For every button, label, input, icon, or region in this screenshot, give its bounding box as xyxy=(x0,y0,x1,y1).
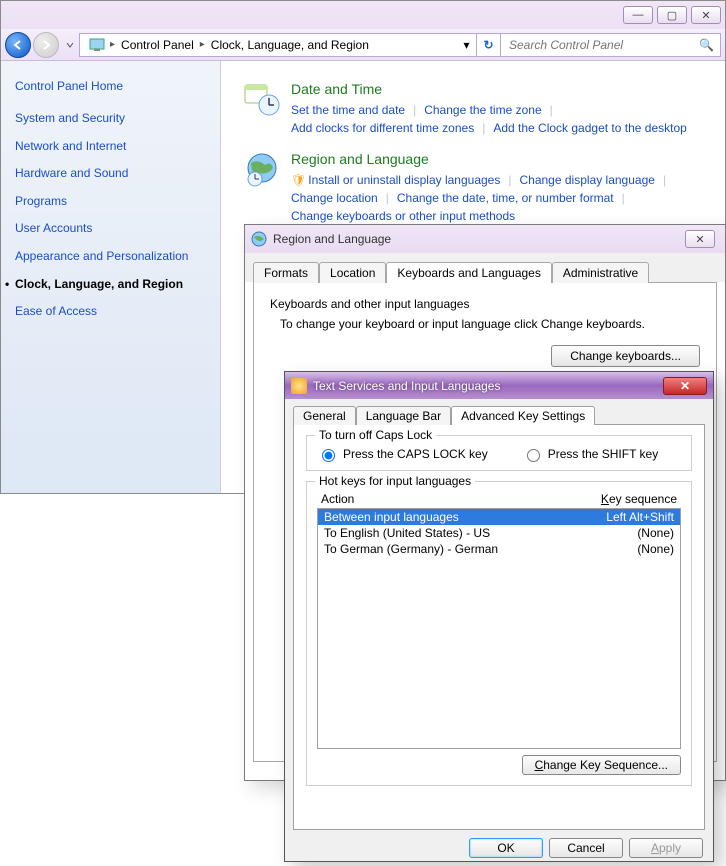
arrow-right-icon xyxy=(39,38,53,52)
radio-capslock-key[interactable]: Press the CAPS LOCK key xyxy=(317,446,488,462)
hotkey-row[interactable]: Between input languages Left Alt+Shift xyxy=(318,509,680,525)
tab-panel: To turn off Caps Lock Press the CAPS LOC… xyxy=(293,424,705,830)
link-clock-gadget[interactable]: Add the Clock gadget to the desktop xyxy=(493,119,686,137)
radio-shift-key[interactable]: Press the SHIFT key xyxy=(522,446,658,462)
change-keyboards-button[interactable]: Change keyboards... xyxy=(551,345,700,367)
fieldset-legend: To turn off Caps Lock xyxy=(315,428,436,442)
address-bar[interactable]: ▸ Control Panel ▸ Clock, Language, and R… xyxy=(79,33,457,57)
hotkey-sequence: Left Alt+Shift xyxy=(606,510,674,524)
search-box[interactable]: 🔍 xyxy=(501,33,721,57)
text-services-dialog: Text Services and Input Languages ✕ Gene… xyxy=(284,371,714,862)
capslock-fieldset: To turn off Caps Lock Press the CAPS LOC… xyxy=(306,435,692,471)
group-description: To change your keyboard or input languag… xyxy=(280,317,700,331)
hotkey-action: Between input languages xyxy=(324,510,459,524)
change-key-sequence-button[interactable]: Change Key Sequence... xyxy=(522,755,681,775)
hotkey-list[interactable]: Between input languages Left Alt+Shift T… xyxy=(317,508,681,749)
group-heading: Keyboards and other input languages xyxy=(270,297,700,311)
sidebar-item-user-accounts[interactable]: User Accounts xyxy=(15,221,206,237)
maximize-button[interactable]: ▢ xyxy=(657,6,687,24)
minimize-button[interactable]: — xyxy=(623,6,653,24)
tab-general[interactable]: General xyxy=(293,406,356,425)
hotkeys-fieldset: Hot keys for input languages Action Key … xyxy=(306,481,692,786)
back-button[interactable] xyxy=(5,32,31,58)
sidebar-item-hardware-sound[interactable]: Hardware and Sound xyxy=(15,166,206,182)
sidebar-item-appearance[interactable]: Appearance and Personalization xyxy=(15,249,206,265)
sidebar-item-programs[interactable]: Programs xyxy=(15,194,206,210)
category-title[interactable]: Region and Language xyxy=(291,151,703,167)
hotkey-sequence: (None) xyxy=(637,526,674,540)
search-input[interactable] xyxy=(507,37,699,53)
tab-formats[interactable]: Formats xyxy=(253,262,319,283)
search-icon: 🔍 xyxy=(699,38,714,52)
hotkey-action: To German (Germany) - German xyxy=(324,542,498,556)
keyboard-icon xyxy=(291,378,307,394)
col-action: Action xyxy=(321,492,354,506)
link-change-timezone[interactable]: Change the time zone xyxy=(424,101,541,119)
fieldset-legend: Hot keys for input languages xyxy=(315,474,475,488)
tab-advanced-key-settings[interactable]: Advanced Key Settings xyxy=(451,406,595,425)
radio-input[interactable] xyxy=(527,449,540,462)
category-region-language: Region and Language 🛡Install or uninstal… xyxy=(243,151,703,225)
tab-language-bar[interactable]: Language Bar xyxy=(356,406,451,425)
dialog-titlebar: Text Services and Input Languages ✕ xyxy=(285,372,713,399)
hotkey-header: Action Key sequence xyxy=(317,492,681,508)
clock-icon xyxy=(243,81,281,119)
category-title[interactable]: Date and Time xyxy=(291,81,703,97)
titlebar: — ▢ ✕ xyxy=(1,1,725,29)
globe-icon xyxy=(251,231,267,247)
sidebar-item-ease-of-access[interactable]: Ease of Access xyxy=(15,304,206,320)
cancel-button[interactable]: Cancel xyxy=(549,838,623,858)
globe-icon xyxy=(243,151,281,189)
tab-strip: Formats Location Keyboards and Languages… xyxy=(245,253,725,282)
link-change-display-lang[interactable]: Change display language xyxy=(519,171,654,189)
refresh-button[interactable]: ↻ xyxy=(477,33,501,57)
hotkey-sequence: (None) xyxy=(637,542,674,556)
dialog-title: Region and Language xyxy=(273,232,685,246)
shield-icon: 🛡 xyxy=(291,171,306,189)
sidebar-item-network-internet[interactable]: Network and Internet xyxy=(15,139,206,155)
link-change-keyboards[interactable]: Change keyboards or other input methods xyxy=(291,207,515,225)
tab-location[interactable]: Location xyxy=(319,262,386,283)
close-button[interactable]: ✕ xyxy=(691,6,721,24)
control-panel-home-link[interactable]: Control Panel Home xyxy=(15,79,206,93)
apply-button[interactable]: Apply xyxy=(629,838,703,858)
link-change-formats[interactable]: Change the date, time, or number format xyxy=(397,189,614,207)
ok-button[interactable]: OK xyxy=(469,838,543,858)
dialog-titlebar: Region and Language ✕ xyxy=(245,225,725,253)
arrow-left-icon xyxy=(11,38,25,52)
dialog-buttons: OK Cancel Apply xyxy=(285,830,713,866)
dialog-title: Text Services and Input Languages xyxy=(313,379,663,393)
sidebar-item-clock-language-region[interactable]: Clock, Language, and Region xyxy=(15,277,206,293)
radio-input[interactable] xyxy=(322,449,335,462)
sidebar-item-system-security[interactable]: System and Security xyxy=(15,111,206,127)
hotkey-action: To English (United States) - US xyxy=(324,526,490,540)
tab-administrative[interactable]: Administrative xyxy=(552,262,649,283)
close-button[interactable]: ✕ xyxy=(685,230,715,248)
col-key-sequence: Key sequence xyxy=(601,492,677,506)
hotkey-row[interactable]: To German (Germany) - German (None) xyxy=(318,541,680,557)
radio-label: Press the SHIFT key xyxy=(548,447,658,461)
category-date-time: Date and Time Set the time and date| Cha… xyxy=(243,81,703,137)
close-button[interactable]: ✕ xyxy=(663,377,707,395)
link-change-location[interactable]: Change location xyxy=(291,189,378,207)
hotkey-row[interactable]: To English (United States) - US (None) xyxy=(318,525,680,541)
nav-toolbar: ▸ Control Panel ▸ Clock, Language, and R… xyxy=(1,29,725,61)
dropdown-icon[interactable] xyxy=(65,40,75,50)
link-add-clocks[interactable]: Add clocks for different time zones xyxy=(291,119,474,137)
tab-keyboards-languages[interactable]: Keyboards and Languages xyxy=(386,262,551,283)
address-dropdown[interactable]: ▾ xyxy=(457,33,477,57)
radio-label: Press the CAPS LOCK key xyxy=(343,447,488,461)
sidebar: Control Panel Home System and Security N… xyxy=(1,61,221,493)
breadcrumb-segment[interactable]: Clock, Language, and Region xyxy=(205,36,375,54)
control-panel-icon xyxy=(88,36,106,54)
link-install-languages[interactable]: Install or uninstall display languages xyxy=(308,171,500,189)
tab-strip: General Language Bar Advanced Key Settin… xyxy=(285,399,713,424)
forward-button[interactable] xyxy=(33,32,59,58)
link-set-time[interactable]: Set the time and date xyxy=(291,101,405,119)
breadcrumb-segment[interactable]: Control Panel xyxy=(115,36,200,54)
